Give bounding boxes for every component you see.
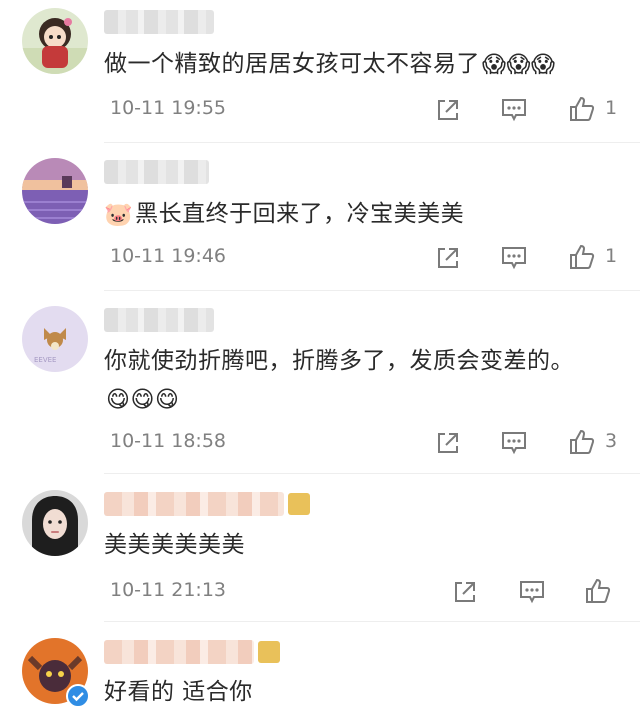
comment-time: 10-11 19:55 [110,97,227,119]
share-icon [438,248,458,268]
comment-text: 好看的 适合你 [104,679,253,705]
divider [104,142,640,143]
comment-icon [502,99,526,122]
share-icon [438,433,458,453]
thumbs-up-icon [570,429,595,454]
share-button[interactable] [434,429,462,457]
comment-button[interactable] [500,429,528,457]
username-blurred[interactable] [104,492,284,516]
pig-emoji: 🐷 [104,201,134,228]
avatar[interactable]: EEVEE [22,306,88,372]
comment-icon [502,247,526,270]
comment-button[interactable] [500,96,528,124]
svg-text:EEVEE: EEVEE [34,356,56,364]
comment-text: 美美美美美美 [104,532,245,558]
comment-button[interactable] [500,244,528,272]
avatar[interactable] [22,158,88,224]
comment-time: 10-11 21:13 [110,579,227,601]
comment-icon [502,432,526,455]
share-icon [438,100,458,120]
username-blurred[interactable] [104,308,214,332]
thumbs-up-icon [570,244,595,269]
thumbs-up-icon [570,96,595,121]
member-badge [288,493,310,515]
username-blurred[interactable] [104,10,214,34]
share-icon [455,582,475,602]
username-blurred[interactable] [104,160,209,184]
avatar[interactable] [22,490,88,556]
divider [104,473,640,474]
yum-emoji: 😋😋😋 [106,386,180,413]
comment-button[interactable] [518,578,546,606]
comment-icon [520,581,544,604]
divider [104,290,640,291]
like-button[interactable] [584,577,612,605]
comment-text: 做一个精致的居居女孩可太不容易了😱😱😱 [104,45,604,84]
comment-text: 🐷黑长直终于回来了，冷宝美美美 [104,195,604,234]
like-button[interactable] [568,243,596,271]
like-count: 1 [605,97,618,119]
comment-time: 10-11 19:46 [110,245,227,267]
verified-badge-icon [66,684,90,708]
share-button[interactable] [451,578,479,606]
like-button[interactable] [568,428,596,456]
like-count: 3 [605,430,618,452]
like-count: 1 [605,245,618,267]
comment-time: 10-11 18:58 [110,430,227,452]
divider [104,621,640,622]
username-blurred[interactable] [104,640,254,664]
thumbs-up-icon [586,578,611,603]
like-button[interactable] [568,95,596,123]
member-badge [258,641,280,663]
scream-emoji: 😱😱😱 [482,51,556,78]
share-button[interactable] [434,96,462,124]
comment-text: 你就使劲折腾吧，折腾多了，发质会变差的。😋😋😋 [104,342,584,419]
share-button[interactable] [434,244,462,272]
avatar[interactable] [22,8,88,74]
